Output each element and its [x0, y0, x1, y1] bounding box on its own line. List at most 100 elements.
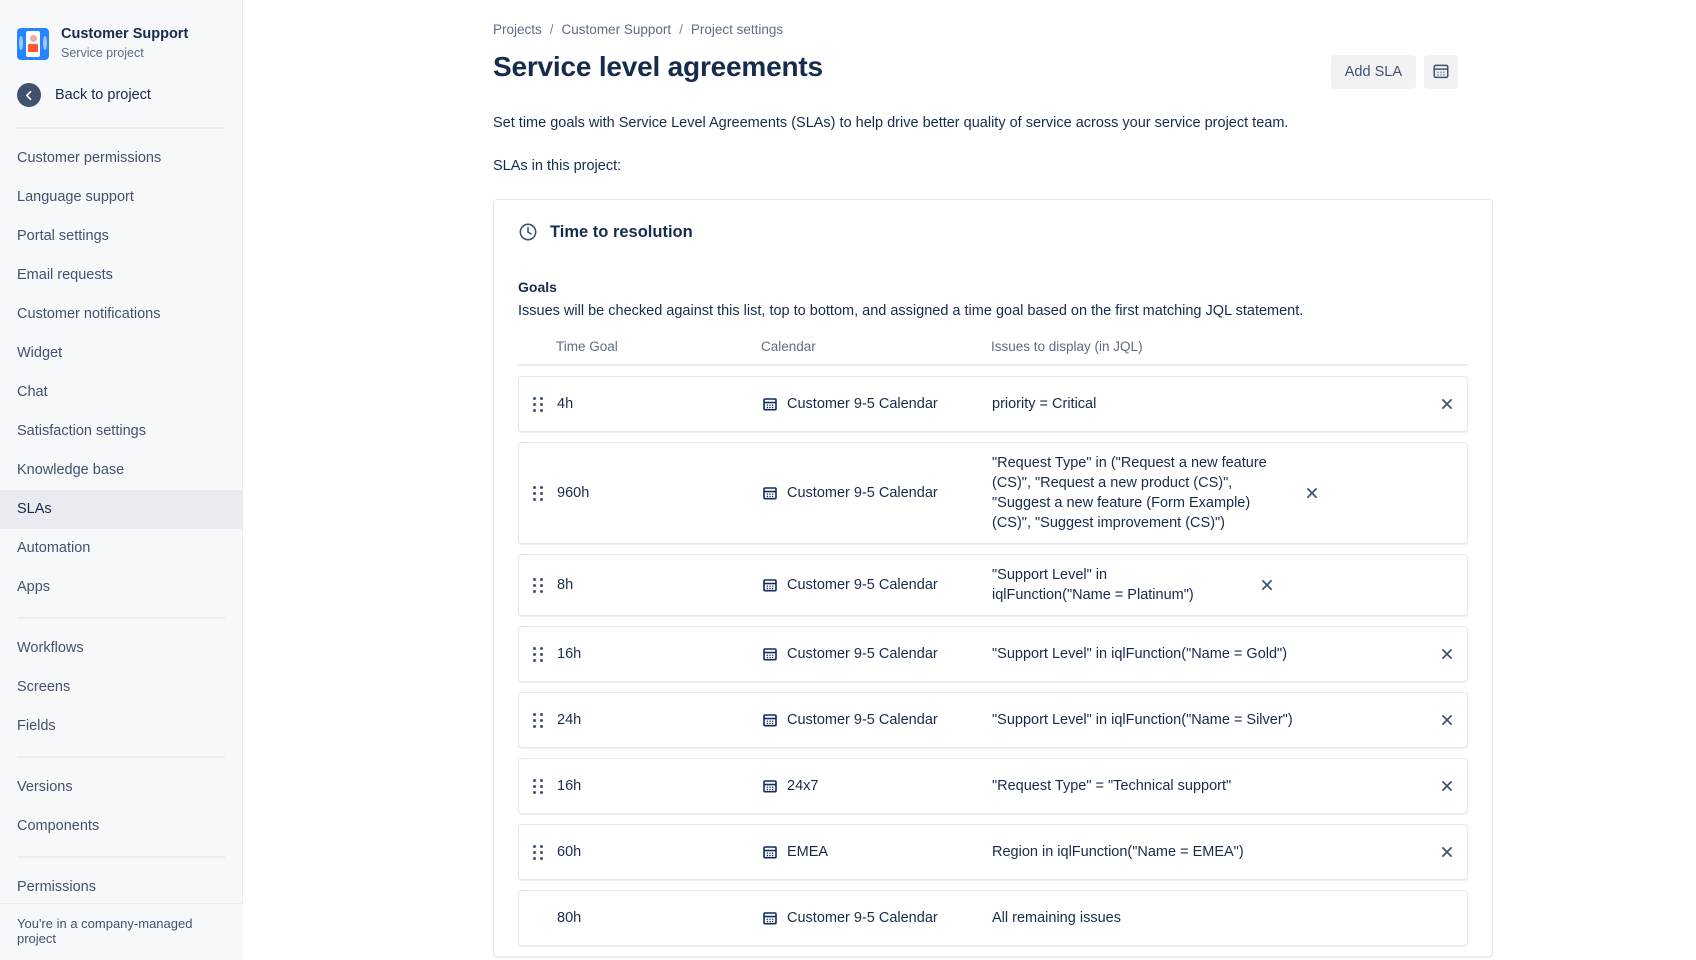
- breadcrumb-separator: /: [550, 22, 554, 37]
- sidebar-item-email-requests[interactable]: Email requests: [0, 256, 242, 295]
- cell-jql: "Support Level" in iqlFunction("Name = S…: [992, 710, 1427, 730]
- sidebar-group-1: Customer permissions Language support Po…: [0, 137, 242, 609]
- sidebar-item-knowledge-base[interactable]: Knowledge base: [0, 451, 242, 490]
- goals-table: Time Goal Calendar Issues to display (in…: [494, 339, 1492, 946]
- table-row[interactable]: 60h: [518, 824, 1468, 880]
- cell-calendar: Customer 9-5 Calendar: [762, 575, 992, 595]
- calendar-name: Customer 9-5 Calendar: [787, 575, 938, 595]
- drag-handle-icon[interactable]: [519, 845, 557, 860]
- sla-card: Time to resolution Goals Issues will be …: [493, 199, 1493, 957]
- cell-jql: priority = Critical: [992, 394, 1427, 414]
- header-spacer: [518, 339, 556, 354]
- cell-calendar: Customer 9-5 Calendar: [762, 710, 992, 730]
- delete-goal-button[interactable]: [1427, 779, 1467, 793]
- sidebar-item-workflows[interactable]: Workflows: [0, 629, 242, 668]
- project-header: Customer Support Service project: [0, 0, 242, 71]
- column-header-calendar: Calendar: [761, 339, 991, 354]
- column-header-time-goal: Time Goal: [556, 339, 761, 354]
- sidebar-item-widget[interactable]: Widget: [0, 334, 242, 373]
- breadcrumb-item-customer-support[interactable]: Customer Support: [562, 22, 672, 37]
- table-row[interactable]: 4h: [518, 376, 1468, 432]
- sidebar-item-automation[interactable]: Automation: [0, 529, 242, 568]
- sidebar-item-fields[interactable]: Fields: [0, 707, 242, 746]
- back-to-project-link[interactable]: Back to project: [0, 71, 242, 119]
- sidebar-item-slas[interactable]: SLAs: [0, 490, 242, 529]
- sidebar-item-satisfaction-settings[interactable]: Satisfaction settings: [0, 412, 242, 451]
- sidebar-divider: [17, 127, 225, 129]
- sidebar-item-apps[interactable]: Apps: [0, 568, 242, 607]
- delete-goal-button[interactable]: [1292, 486, 1332, 500]
- drag-handle-icon[interactable]: [519, 713, 557, 728]
- sla-card-header: Time to resolution: [494, 200, 1492, 242]
- breadcrumb-item-project-settings[interactable]: Project settings: [691, 22, 783, 37]
- breadcrumb-separator: /: [679, 22, 683, 37]
- calendar-icon: [1432, 62, 1450, 83]
- sidebar-group-2: Workflows Screens Fields: [0, 627, 242, 748]
- goals-table-header: Time Goal Calendar Issues to display (in…: [518, 339, 1468, 366]
- drag-handle-icon[interactable]: [519, 397, 557, 412]
- sidebar-group-3: Versions Components: [0, 766, 242, 848]
- cell-time-goal: 16h: [557, 644, 762, 664]
- calendar-icon: [762, 485, 778, 501]
- sidebar-item-portal-settings[interactable]: Portal settings: [0, 217, 242, 256]
- project-type: Service project: [61, 45, 188, 61]
- sidebar-item-chat[interactable]: Chat: [0, 373, 242, 412]
- page-header: Service level agreements Add SLA: [493, 51, 1696, 89]
- breadcrumb: Projects / Customer Support / Project se…: [493, 22, 1696, 37]
- sidebar-item-language-support[interactable]: Language support: [0, 178, 242, 217]
- sidebar-item-customer-notifications[interactable]: Customer notifications: [0, 295, 242, 334]
- delete-goal-button[interactable]: [1427, 647, 1467, 661]
- project-name: Customer Support: [61, 26, 188, 43]
- delete-goal-button[interactable]: [1427, 713, 1467, 727]
- add-sla-button[interactable]: Add SLA: [1331, 55, 1416, 89]
- table-row[interactable]: 8h: [518, 554, 1468, 616]
- page-description: Set time goals with Service Level Agreem…: [493, 113, 1696, 133]
- calendar-icon: [762, 577, 778, 593]
- drag-handle-icon[interactable]: [519, 486, 557, 501]
- drag-handle-icon[interactable]: [519, 647, 557, 662]
- cell-jql: "Request Type" = "Technical support": [992, 776, 1427, 796]
- table-row[interactable]: 960h: [518, 442, 1468, 544]
- goals-heading: Goals: [494, 242, 1492, 295]
- table-row[interactable]: 24h: [518, 692, 1468, 748]
- sidebar-divider: [17, 856, 225, 858]
- table-row[interactable]: 16h: [518, 626, 1468, 682]
- calendar-icon: [762, 844, 778, 860]
- column-header-jql: Issues to display (in JQL): [991, 339, 1428, 354]
- sidebar-item-versions[interactable]: Versions: [0, 768, 242, 807]
- calendar-icon: [762, 646, 778, 662]
- delete-goal-button[interactable]: [1427, 845, 1467, 859]
- calendar-name: Customer 9-5 Calendar: [787, 908, 938, 928]
- sidebar-item-screens[interactable]: Screens: [0, 668, 242, 707]
- cell-time-goal: 80h: [557, 908, 762, 928]
- slas-in-project-label: SLAs in this project:: [493, 156, 1696, 176]
- sidebar-item-components[interactable]: Components: [0, 807, 242, 846]
- project-avatar-icon: [17, 28, 49, 60]
- cell-calendar: Customer 9-5 Calendar: [762, 644, 992, 664]
- delete-goal-button[interactable]: [1427, 397, 1467, 411]
- calendar-name: Customer 9-5 Calendar: [787, 394, 938, 414]
- company-managed-project-note: You're in a company-managed project: [0, 903, 243, 960]
- calendar-name: Customer 9-5 Calendar: [787, 644, 938, 664]
- project-settings-sidebar: Customer Support Service project Back to…: [0, 0, 243, 960]
- breadcrumb-item-projects[interactable]: Projects: [493, 22, 542, 37]
- sidebar-item-permissions[interactable]: Permissions: [0, 868, 242, 907]
- cell-jql: "Support Level" in iqlFunction("Name = P…: [992, 565, 1247, 605]
- cell-time-goal: 4h: [557, 394, 762, 414]
- main-content: Projects / Customer Support / Project se…: [243, 0, 1696, 960]
- goals-description: Issues will be checked against this list…: [494, 295, 1492, 321]
- calendar-icon: [762, 712, 778, 728]
- drag-handle-icon[interactable]: [519, 779, 557, 794]
- drag-handle-icon[interactable]: [519, 578, 557, 593]
- header-spacer: [1428, 339, 1468, 354]
- table-row[interactable]: 16h: [518, 758, 1468, 814]
- page-header-actions: Add SLA: [1331, 55, 1458, 89]
- delete-goal-button[interactable]: [1247, 578, 1287, 592]
- cell-calendar: EMEA: [762, 842, 992, 862]
- sidebar-item-customer-permissions[interactable]: Customer permissions: [0, 139, 242, 178]
- cell-calendar: Customer 9-5 Calendar: [762, 394, 992, 414]
- cell-calendar: Customer 9-5 Calendar: [762, 483, 992, 503]
- calendar-name: Customer 9-5 Calendar: [787, 483, 938, 503]
- calendars-button[interactable]: [1424, 55, 1458, 89]
- table-row-default[interactable]: 80h: [518, 890, 1468, 946]
